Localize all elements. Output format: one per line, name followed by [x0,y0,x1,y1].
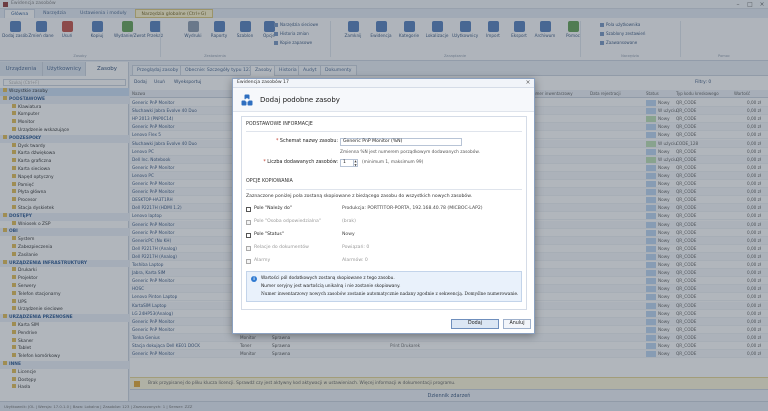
copy-option-row: Pole "Osoba odpowiedzialna" (brak) [246,218,522,226]
section-copy-title: OPCJE KOPIOWANIA [246,179,293,184]
name-schema-label: * Schemat nazwy zasobu: [275,139,338,144]
count-stepper[interactable]: ▲ ▼ [354,159,358,167]
copy-option-label: Pole "Należy do" [254,206,292,211]
section-divider [246,131,522,132]
dialog-titlebar: Ewidencja zasobów 17 × [233,79,534,88]
info-box: i Wartości pól dodatkowych zostaną skopi… [246,271,522,302]
dialog-window-title: Ewidencja zasobów 17 [237,80,289,85]
add-button[interactable]: Dodaj [451,319,499,329]
add-similar-dialog: Ewidencja zasobów 17 × Dodaj podobne zas… [232,78,535,334]
copy-option-value: Powiązań: 0 [342,245,370,250]
asset-group-icon [241,94,253,106]
section-basic-title: PODSTAWOWE INFORMACJE [246,122,313,127]
copy-option-value: Nowy [342,232,355,237]
copy-option-value: Produkcja: PORTTITOR-PORTA, 192.168.40.7… [342,206,483,211]
name-schema-hint: Zmienna %N jest numerem porządkowym doda… [340,150,480,155]
dialog-header: Dodaj podobne zasoby [233,88,534,112]
info-line: Numer inwentarzowy nowych zasobów zostan… [261,292,519,297]
dialog-heading: Dodaj podobne zasoby [260,96,340,104]
copy-intro-text: Zaznaczone poniżej pola zostaną skopiowa… [246,194,473,199]
copy-option-value: (brak) [342,219,356,224]
dialog-body: PODSTAWOWE INFORMACJE * Schemat nazwy za… [241,116,527,310]
copy-option-checkbox[interactable] [246,207,251,212]
copy-option-label: Pole "Status" [254,232,284,237]
copy-option-row: Relacje do dokumentów Powiązań: 0 [246,244,522,252]
copy-option-row: Pole "Status" Nowy [246,231,522,239]
copy-option-checkbox [246,246,251,251]
copy-option-checkbox [246,259,251,264]
info-icon: i [251,276,257,282]
info-line: Numer seryjny jest wartością unikalną i … [261,284,401,289]
copy-option-checkbox [246,220,251,225]
count-label: * Liczba dodawanych zasobów: [263,160,338,165]
copy-option-row: Alarmy Alarmów: 0 [246,257,522,265]
copy-option-label: Pole "Osoba odpowiedzialna" [254,219,321,224]
count-hint: (minimum 1, maksimum 99) [362,160,424,165]
cancel-button[interactable]: Anuluj [503,319,531,329]
info-line: Wartości pól dodatkowych zostaną skopiow… [261,276,395,281]
copy-option-row: Pole "Należy do" Produkcja: PORTTITOR-POR… [246,205,522,213]
copy-option-checkbox[interactable] [246,233,251,238]
count-input[interactable]: 1 [340,159,354,167]
copy-option-value: Alarmów: 0 [342,258,368,263]
copy-option-label: Alarmy [254,258,271,263]
copy-option-label: Relacje do dokumentów [254,245,309,250]
section-divider [246,189,522,190]
dialog-close-icon[interactable]: × [524,79,532,87]
name-schema-input[interactable]: Generic PnP Monitor (%N) [340,138,462,146]
